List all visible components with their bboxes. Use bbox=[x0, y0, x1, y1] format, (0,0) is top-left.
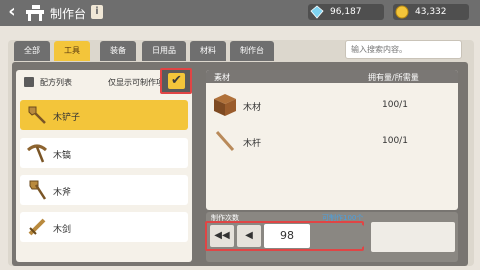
owned-column-header: 拥有量/所需量 bbox=[368, 73, 419, 82]
list-item[interactable]: 木剑 bbox=[20, 212, 188, 242]
list-item[interactable]: 木镐 bbox=[20, 138, 188, 168]
check-icon: ✔ bbox=[168, 73, 185, 89]
craft-count-field[interactable]: 98 bbox=[264, 224, 310, 248]
coin-icon bbox=[395, 5, 409, 19]
list-item[interactable]: 木斧 bbox=[20, 175, 188, 205]
diamond-count: 96,187 bbox=[330, 7, 362, 17]
tab-materials[interactable]: 材料 bbox=[190, 41, 226, 61]
search-input[interactable] bbox=[345, 40, 462, 59]
crafting-screen: ‹ 制作台 i 96,187 43,332 全部 工具 装备 日用品 材料 制作… bbox=[0, 0, 480, 270]
material-quantity: 100/1 bbox=[382, 136, 408, 146]
material-row: 木杆 100/1 bbox=[206, 122, 458, 160]
workbench-icon bbox=[26, 5, 44, 21]
material-quantity: 100/1 bbox=[382, 100, 408, 110]
material-name: 木杆 bbox=[243, 139, 262, 149]
tab-workbench[interactable]: 制作台 bbox=[230, 41, 274, 61]
list-item-label: 木铲子 bbox=[53, 113, 81, 123]
material-name: 木材 bbox=[243, 103, 262, 113]
recipe-list-title: 配方列表 bbox=[40, 78, 72, 87]
coin-balance: 43,332 bbox=[393, 4, 469, 20]
craftable-filter-checkbox[interactable]: ✔ bbox=[160, 68, 192, 94]
page-title: 制作台 bbox=[50, 7, 87, 21]
wood-block-icon bbox=[214, 94, 236, 116]
tab-all[interactable]: 全部 bbox=[14, 41, 50, 61]
craft-button[interactable] bbox=[371, 222, 455, 252]
list-icon bbox=[24, 77, 34, 87]
material-table-header: 素材 拥有量/所需量 bbox=[206, 70, 458, 83]
coin-count: 43,332 bbox=[415, 7, 447, 17]
decrement-button[interactable]: ◀ bbox=[237, 225, 261, 247]
wood-stick-icon bbox=[215, 131, 235, 151]
info-button[interactable]: i bbox=[91, 5, 103, 19]
craftable-filter-label: 仅显示可制作项 bbox=[108, 78, 164, 87]
wood-axe-icon bbox=[29, 180, 47, 200]
tab-tools[interactable]: 工具 bbox=[54, 41, 90, 61]
material-row: 木材 100/1 bbox=[206, 86, 458, 124]
back-button[interactable]: ‹ bbox=[2, 2, 22, 24]
list-item-label: 木剑 bbox=[53, 225, 72, 235]
min-count-button[interactable]: ◀◀ bbox=[210, 225, 234, 247]
wood-pickaxe-icon bbox=[27, 144, 47, 163]
tab-daily-goods[interactable]: 日用品 bbox=[142, 41, 186, 61]
diamond-balance: 96,187 bbox=[308, 4, 384, 20]
material-column-header: 素材 bbox=[214, 73, 230, 82]
increment-button[interactable] bbox=[314, 225, 338, 247]
list-item-label: 木斧 bbox=[53, 188, 72, 198]
list-item[interactable]: 木铲子 bbox=[20, 100, 188, 130]
diamond-icon bbox=[310, 5, 324, 19]
max-count-button[interactable] bbox=[340, 225, 364, 247]
tab-equipment[interactable]: 装备 bbox=[100, 41, 136, 61]
wood-shovel-icon bbox=[28, 106, 46, 124]
list-item-label: 木镐 bbox=[53, 151, 72, 161]
wood-sword-icon bbox=[28, 218, 46, 236]
